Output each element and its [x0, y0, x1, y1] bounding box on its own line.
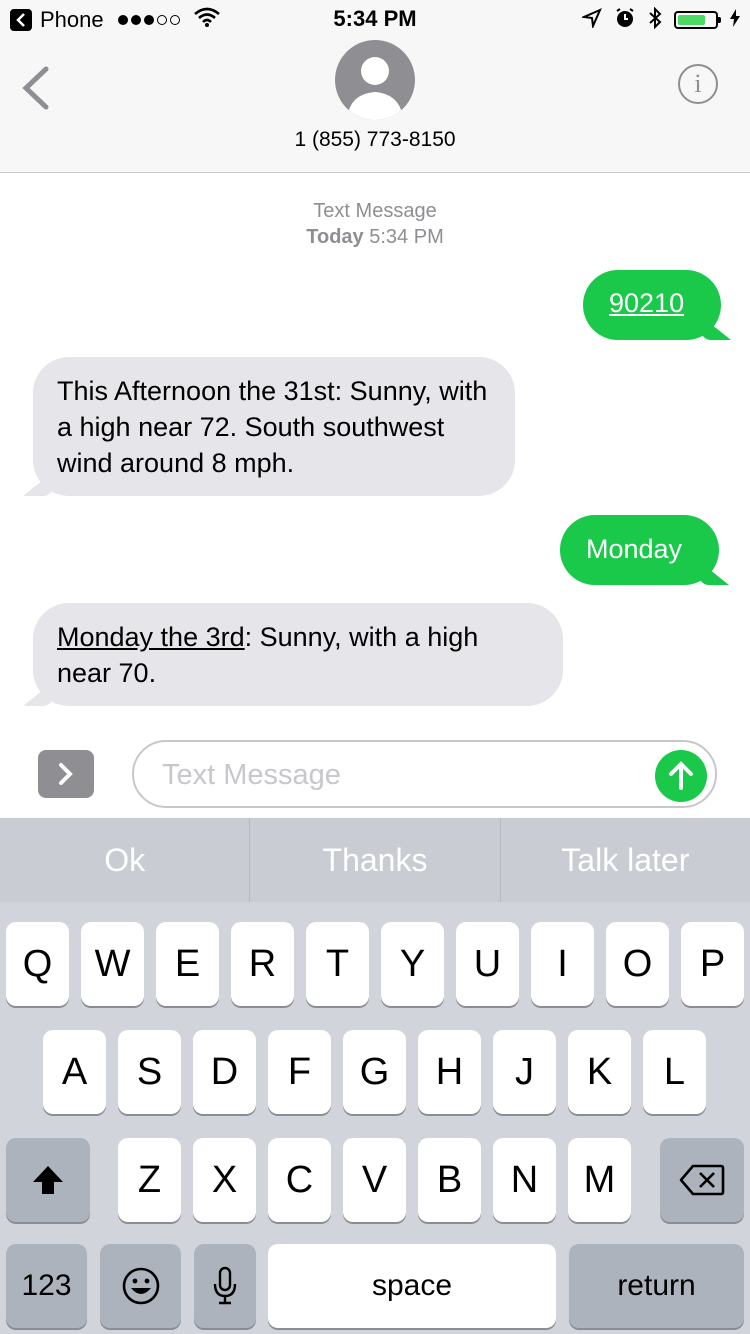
emoji-smiley-icon — [122, 1267, 159, 1305]
return-key[interactable]: return — [569, 1244, 744, 1328]
backspace-icon — [679, 1164, 725, 1196]
message-input[interactable] — [160, 752, 644, 798]
bubble-tail — [23, 472, 53, 496]
prediction-talk-later[interactable]: Talk later — [501, 818, 750, 902]
delete-key[interactable] — [660, 1138, 744, 1222]
bubble-tail — [23, 682, 53, 706]
key-x[interactable]: X — [193, 1138, 256, 1222]
bubble-tail — [699, 561, 729, 585]
key-h[interactable]: H — [418, 1030, 481, 1114]
emoji-key[interactable] — [100, 1244, 181, 1328]
app-drawer-button[interactable] — [38, 750, 94, 798]
bluetooth-icon — [648, 6, 662, 34]
chevron-right-icon — [59, 763, 73, 785]
key-e[interactable]: E — [156, 922, 219, 1006]
prediction-ok[interactable]: Ok — [0, 818, 251, 902]
timestamp-day: Today — [306, 226, 364, 248]
message-input-container — [132, 740, 717, 808]
conversation-header: 1 (855) 773-8150 i — [0, 40, 750, 173]
shift-arrow-icon — [33, 1166, 63, 1194]
key-d[interactable]: D — [193, 1030, 256, 1114]
send-button[interactable] — [655, 750, 707, 802]
message-timestamp: Text Message Today 5:34 PM — [0, 198, 750, 250]
key-c[interactable]: C — [268, 1138, 331, 1222]
key-k[interactable]: K — [568, 1030, 631, 1114]
key-f[interactable]: F — [268, 1030, 331, 1114]
message-text: This Afternoon the 31st: Sunny, with a h… — [57, 376, 488, 478]
key-l[interactable]: L — [643, 1030, 706, 1114]
key-u[interactable]: U — [456, 922, 519, 1006]
key-g[interactable]: G — [343, 1030, 406, 1114]
alarm-icon — [614, 7, 636, 34]
status-bar: Phone 5:34 PM — [0, 0, 750, 40]
message-text: Monday — [586, 534, 683, 564]
outgoing-message-bubble[interactable]: 90210 — [583, 270, 731, 340]
key-w[interactable]: W — [81, 922, 144, 1006]
timestamp-time: 5:34 PM — [369, 226, 444, 248]
numbers-key[interactable]: 123 — [6, 1244, 87, 1328]
key-a[interactable]: A — [43, 1030, 106, 1114]
key-j[interactable]: J — [493, 1030, 556, 1114]
message-text[interactable]: 90210 — [609, 288, 684, 318]
dictation-key[interactable] — [194, 1244, 256, 1328]
key-i[interactable]: I — [531, 922, 594, 1006]
contact-avatar[interactable] — [335, 40, 415, 120]
contact-number[interactable]: 1 (855) 773-8150 — [0, 128, 750, 152]
key-v[interactable]: V — [343, 1138, 406, 1222]
key-z[interactable]: Z — [118, 1138, 181, 1222]
status-right — [580, 6, 740, 34]
location-arrow-icon — [580, 7, 602, 33]
date-link[interactable]: Monday the 3rd — [57, 622, 245, 652]
incoming-message-bubble[interactable]: This Afternoon the 31st: Sunny, with a h… — [23, 357, 515, 496]
space-key[interactable]: space — [268, 1244, 556, 1328]
battery-icon — [674, 11, 721, 29]
microphone-icon — [213, 1266, 237, 1305]
shift-key[interactable] — [6, 1138, 90, 1222]
info-button[interactable]: i — [678, 64, 718, 104]
key-t[interactable]: T — [306, 922, 369, 1006]
key-o[interactable]: O — [606, 922, 669, 1006]
key-q[interactable]: Q — [6, 922, 69, 1006]
key-m[interactable]: M — [568, 1138, 631, 1222]
arrow-up-icon — [669, 761, 693, 790]
key-p[interactable]: P — [681, 922, 744, 1006]
key-n[interactable]: N — [493, 1138, 556, 1222]
key-y[interactable]: Y — [381, 922, 444, 1006]
key-s[interactable]: S — [118, 1030, 181, 1114]
prediction-thanks[interactable]: Thanks — [250, 818, 501, 902]
service-label: Text Message — [313, 200, 437, 222]
outgoing-message-bubble[interactable]: Monday — [560, 515, 729, 585]
back-chevron-icon[interactable] — [20, 66, 50, 115]
incoming-message-bubble[interactable]: Monday the 3rd: Sunny, with a high near … — [23, 603, 563, 706]
predictive-text-bar: Ok Thanks Talk later — [0, 818, 750, 902]
charging-bolt-icon — [730, 8, 740, 32]
keyboard: Ok Thanks Talk later Q W E R T Y U I O P… — [0, 818, 750, 1334]
bubble-tail — [701, 316, 731, 340]
person-silhouette-icon — [347, 57, 403, 120]
key-r[interactable]: R — [231, 922, 294, 1006]
key-b[interactable]: B — [418, 1138, 481, 1222]
